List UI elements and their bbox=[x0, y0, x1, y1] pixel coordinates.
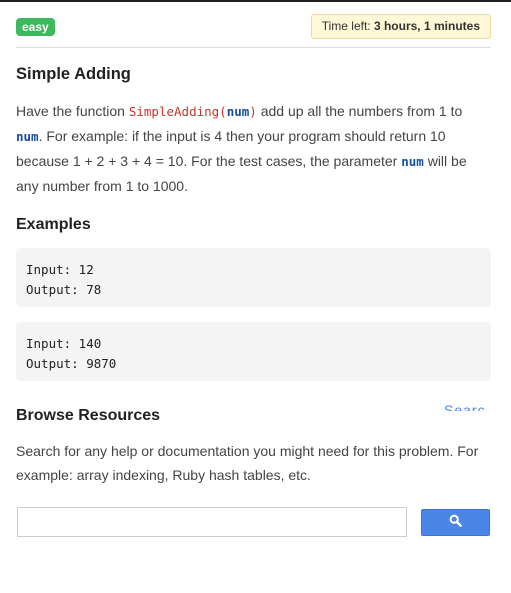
problem-title: Simple Adding bbox=[16, 65, 131, 83]
example-input: Input: 140 bbox=[26, 336, 102, 351]
examples-heading: Examples bbox=[16, 216, 91, 233]
difficulty-badge: easy bbox=[16, 18, 55, 36]
timer-value: 3 hours, 1 minutes bbox=[373, 19, 480, 33]
time-left-indicator: Time left: 3 hours, 1 minutes bbox=[310, 14, 491, 39]
param-code: num bbox=[16, 129, 39, 144]
description-text-1: Have the function bbox=[16, 103, 129, 119]
timer-label: Time left: bbox=[321, 19, 374, 33]
description-text-2: add up all the numbers from 1 to bbox=[256, 103, 463, 119]
example-output: Output: 78 bbox=[26, 282, 102, 297]
search-button[interactable] bbox=[421, 509, 490, 536]
clipped-search-label: Searc bbox=[444, 402, 486, 411]
param-code: num bbox=[226, 104, 250, 119]
search-input[interactable] bbox=[17, 507, 407, 537]
example-output: Output: 9870 bbox=[26, 356, 117, 371]
problem-description: Have the function SimpleAdding(num) add … bbox=[16, 99, 491, 199]
function-name-code: SimpleAdding(num) bbox=[128, 104, 257, 119]
param-code: num bbox=[401, 154, 424, 169]
top-bar: easy Time left: 3 hours, 1 minutes bbox=[16, 14, 491, 48]
search-icon bbox=[449, 514, 462, 532]
example-block: Input: 12 Output: 78 bbox=[16, 248, 491, 307]
example-input: Input: 12 bbox=[26, 262, 94, 277]
example-block: Input: 140 Output: 9870 bbox=[16, 322, 491, 381]
resources-description: Search for any help or documentation you… bbox=[16, 443, 479, 483]
description-text-3: . For example: if the input is 4 then yo… bbox=[16, 128, 446, 169]
resources-heading: Browse Resources bbox=[16, 407, 161, 424]
